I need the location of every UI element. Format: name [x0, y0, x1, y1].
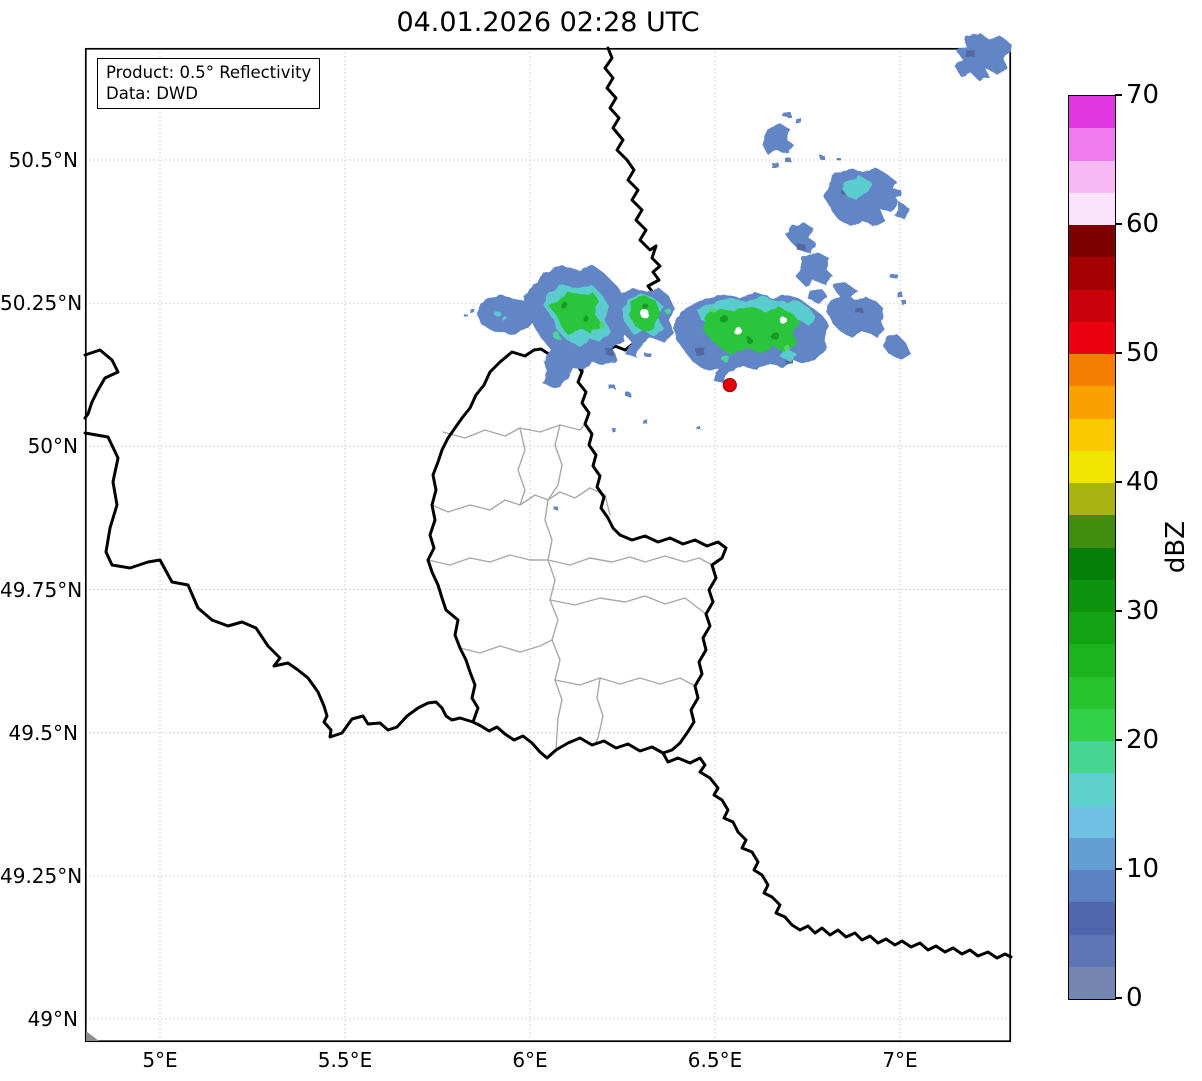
x-tick-label: 7°E — [882, 1048, 918, 1072]
y-tick-label: 49°N — [27, 1007, 78, 1031]
colorbar-segment — [1069, 934, 1115, 967]
colorbar-segment — [1069, 289, 1115, 322]
x-tick-label: 6°E — [512, 1048, 548, 1072]
colorbar-segment — [1069, 579, 1115, 612]
colorbar-segment — [1069, 902, 1115, 935]
colorbar-segment — [1069, 837, 1115, 870]
y-tick-label: 49.25°N — [0, 863, 83, 888]
corner-land-patch — [86, 1031, 99, 1041]
colorbar-segment — [1069, 870, 1115, 903]
colorbar-tick-label: 70 — [1126, 80, 1160, 110]
map-canvas — [83, 33, 1013, 1043]
radar-figure: 04.01.2026 02:28 UTC Product: 0.5° Refle… — [0, 0, 1202, 1081]
product-info-box: Product: 0.5° Reflectivity Data: DWD — [97, 58, 321, 109]
y-tick-label: 50.25°N — [0, 291, 83, 316]
colorbar-segment — [1069, 741, 1115, 774]
product-info-line1: Product: 0.5° Reflectivity — [106, 63, 312, 82]
colorbar-segment — [1069, 386, 1115, 419]
colorbar-segment — [1069, 676, 1115, 709]
colorbar-segment — [1069, 450, 1115, 483]
colorbar-segment — [1069, 483, 1115, 516]
colorbar-axis-label: dBZ — [1148, 505, 1202, 589]
colorbar-tick-label: 20 — [1126, 725, 1160, 755]
colorbar-segment — [1069, 773, 1115, 806]
y-tick-label: 49.5°N — [8, 720, 79, 745]
colorbar-tickmark — [1115, 610, 1122, 612]
colorbar-segment — [1069, 708, 1115, 741]
colorbar-segment — [1069, 418, 1115, 451]
colorbar-segment — [1069, 644, 1115, 677]
colorbar-segment — [1069, 515, 1115, 548]
colorbar-tickmark — [1115, 352, 1122, 354]
colorbar — [1068, 95, 1116, 1000]
radar-echoes — [464, 33, 1012, 509]
colorbar-tick-label: 30 — [1126, 596, 1160, 626]
colorbar-segment — [1069, 966, 1115, 999]
colorbar-segment — [1069, 805, 1115, 838]
radar-site-marker — [722, 377, 737, 393]
colorbar-tickmark — [1115, 739, 1122, 741]
colorbar-tick-label: 40 — [1126, 467, 1160, 497]
y-tick-label: 50.5°N — [8, 148, 79, 172]
x-tick-label: 5.5°E — [317, 1048, 373, 1072]
echo-layer-blue — [464, 33, 1012, 509]
colorbar-tickmark — [1115, 997, 1122, 999]
y-tick-label: 50°N — [27, 434, 78, 459]
admin-borders — [427, 423, 713, 751]
colorbar-axis-label-text: dBZ — [1161, 520, 1191, 574]
colorbar-segment — [1069, 321, 1115, 354]
colorbar-segment — [1069, 225, 1115, 258]
colorbar-segment — [1069, 96, 1115, 129]
colorbar-tick-label: 50 — [1126, 338, 1160, 368]
y-tick-label: 49.75°N — [0, 577, 83, 602]
colorbar-tick-label: 10 — [1126, 854, 1160, 884]
x-tick-label: 5°E — [142, 1048, 178, 1072]
colorbar-segment — [1069, 192, 1115, 225]
colorbar-tickmark — [1115, 481, 1122, 483]
colorbar-segment — [1069, 354, 1115, 387]
colorbar-tickmark — [1115, 868, 1122, 870]
colorbar-tick-label: 0 — [1126, 983, 1143, 1013]
x-tick-label: 6.5°E — [687, 1048, 743, 1072]
plot-title: 04.01.2026 02:28 UTC — [396, 7, 700, 38]
colorbar-segment — [1069, 128, 1115, 161]
colorbar-segment — [1069, 257, 1115, 290]
map-plot-area: Product: 0.5° Reflectivity Data: DWD — [83, 33, 1013, 1043]
colorbar-segment — [1069, 612, 1115, 645]
product-info-line2: Data: DWD — [106, 84, 198, 103]
colorbar-segment — [1069, 547, 1115, 580]
colorbar-tick-label: 60 — [1126, 209, 1160, 239]
colorbar-segment — [1069, 160, 1115, 193]
colorbar-tickmark — [1115, 94, 1122, 96]
colorbar-tickmark — [1115, 223, 1122, 225]
